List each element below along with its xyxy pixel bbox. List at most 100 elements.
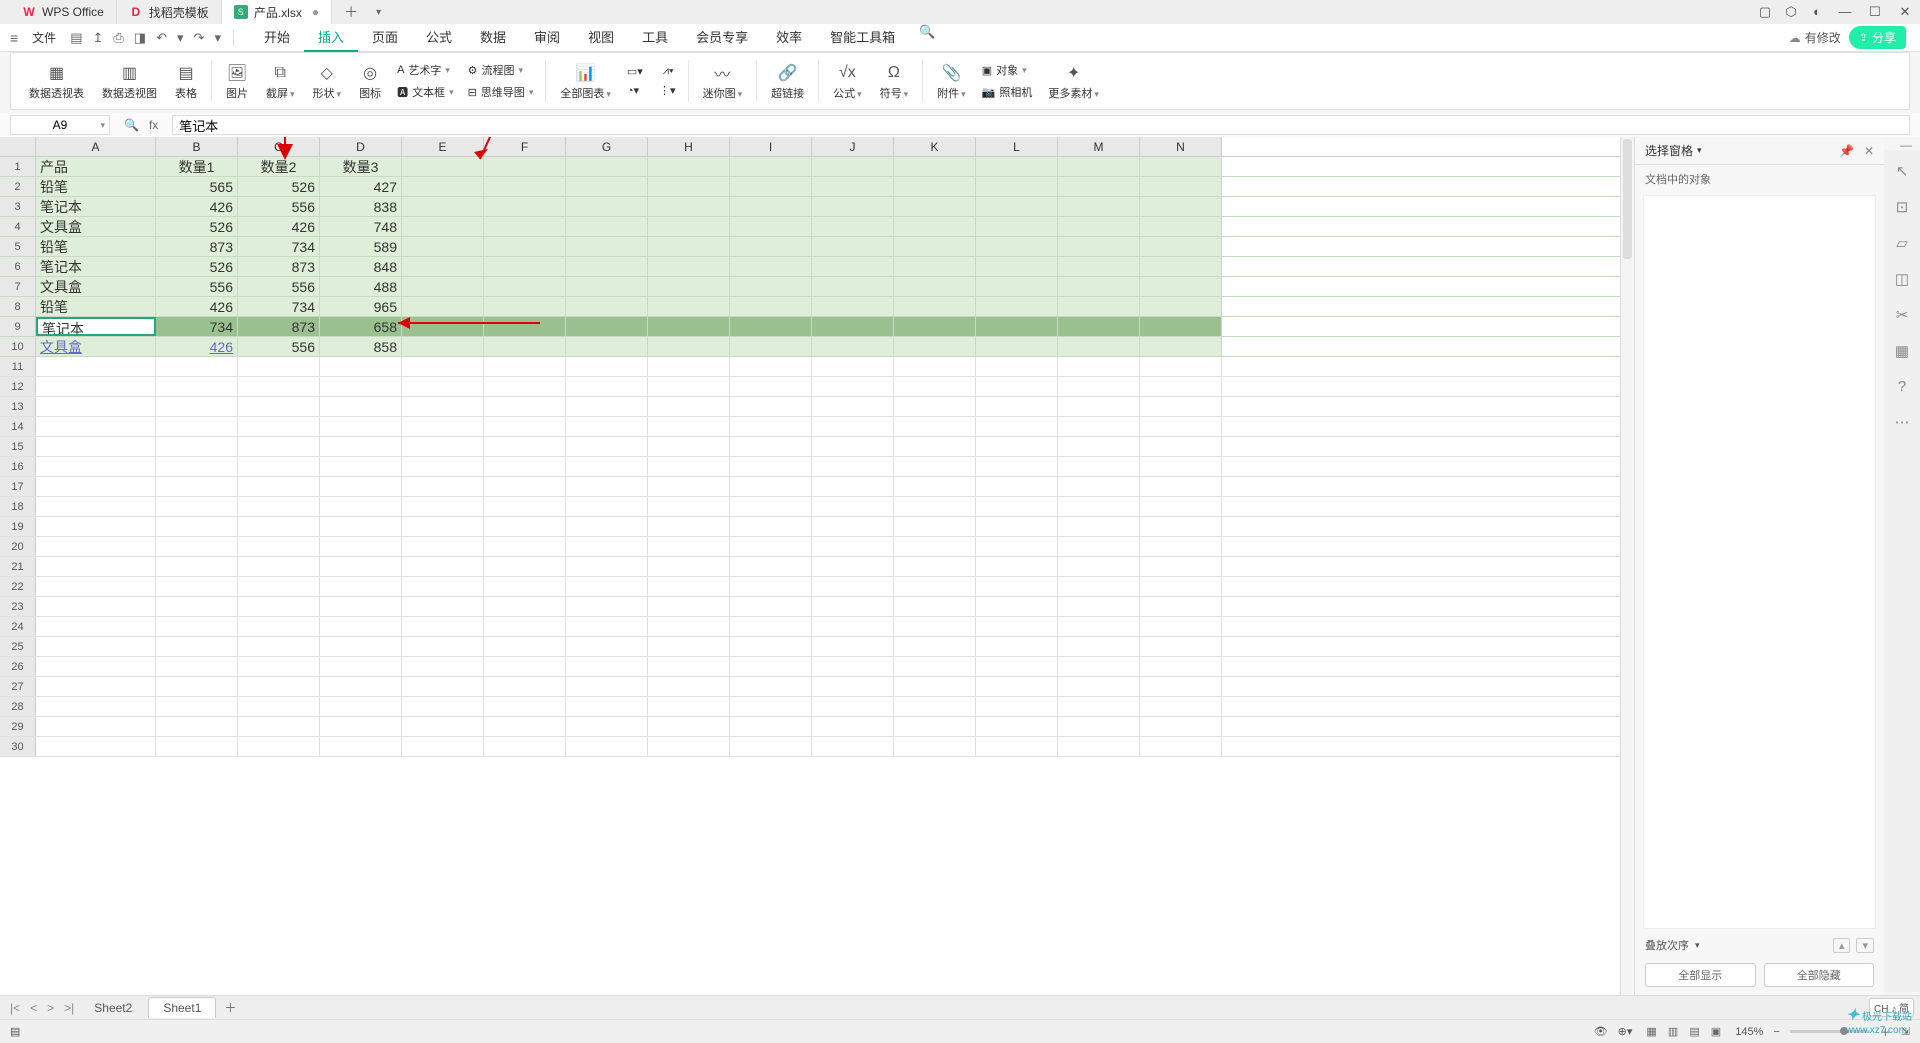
cell[interactable]	[1058, 397, 1140, 416]
col-header[interactable]: H	[648, 137, 730, 156]
cell[interactable]	[648, 277, 730, 296]
layers-icon[interactable]: ▱	[1896, 234, 1908, 252]
app-tab-daoke[interactable]: D 找稻壳模板	[117, 0, 222, 24]
cell[interactable]	[156, 577, 238, 596]
cell[interactable]	[812, 717, 894, 736]
row-header[interactable]: 10	[0, 337, 36, 356]
cell[interactable]	[1058, 197, 1140, 216]
cell[interactable]	[1140, 717, 1222, 736]
cell[interactable]	[976, 357, 1058, 376]
hide-all-button[interactable]: 全部隐藏	[1764, 963, 1875, 987]
cell[interactable]	[238, 617, 320, 636]
cell[interactable]	[402, 297, 484, 316]
cell[interactable]	[238, 557, 320, 576]
cell[interactable]: 文具盒	[36, 277, 156, 296]
cell[interactable]	[320, 737, 402, 756]
search-icon[interactable]: 🔍	[909, 24, 945, 52]
zoom-out-icon[interactable]: −	[1773, 1026, 1779, 1038]
cell[interactable]	[894, 537, 976, 556]
prev-sheet-icon[interactable]: <	[26, 1001, 41, 1015]
cell[interactable]	[730, 477, 812, 496]
cell[interactable]	[320, 477, 402, 496]
cell[interactable]	[238, 697, 320, 716]
cell[interactable]	[402, 437, 484, 456]
cell[interactable]	[36, 577, 156, 596]
cell[interactable]	[648, 617, 730, 636]
cell[interactable]	[484, 317, 566, 336]
cell[interactable]	[648, 597, 730, 616]
cell[interactable]	[648, 657, 730, 676]
row-header[interactable]: 3	[0, 197, 36, 216]
cell[interactable]	[402, 477, 484, 496]
table-button[interactable]: ▤表格	[167, 60, 205, 103]
minimize-button[interactable]: —	[1830, 4, 1860, 20]
tab-smart[interactable]: 智能工具箱	[816, 24, 909, 52]
cell[interactable]	[484, 517, 566, 536]
tab-page[interactable]: 页面	[358, 24, 412, 52]
cell[interactable]	[894, 577, 976, 596]
cell[interactable]	[1058, 377, 1140, 396]
line-chart-button[interactable]: ⩘▾	[657, 63, 680, 80]
cell[interactable]	[402, 237, 484, 256]
sheet-tab[interactable]: Sheet1	[148, 997, 216, 1018]
cell[interactable]	[36, 717, 156, 736]
cell[interactable]	[648, 377, 730, 396]
cell[interactable]: 铅笔	[36, 177, 156, 196]
cell[interactable]: 848	[320, 257, 402, 276]
cell[interactable]	[320, 397, 402, 416]
cell[interactable]	[36, 537, 156, 556]
cell[interactable]	[320, 637, 402, 656]
cell[interactable]	[320, 537, 402, 556]
flowchart-button[interactable]: ⚙流程图▾	[462, 60, 540, 80]
cell[interactable]	[976, 377, 1058, 396]
cell[interactable]	[894, 417, 976, 436]
cell[interactable]: 734	[238, 297, 320, 316]
focus-icon[interactable]: ⊕▾	[1618, 1025, 1633, 1038]
cell[interactable]	[566, 577, 648, 596]
cell[interactable]	[1140, 197, 1222, 216]
help-icon[interactable]: ?	[1898, 378, 1906, 395]
cell[interactable]	[812, 577, 894, 596]
cell[interactable]	[238, 717, 320, 736]
formula-input[interactable]: 笔记本	[172, 115, 1910, 135]
maximize-button[interactable]: ☐	[1860, 4, 1890, 20]
cell[interactable]	[320, 697, 402, 716]
cell[interactable]	[1140, 337, 1222, 356]
cell[interactable]	[320, 377, 402, 396]
col-header[interactable]: C	[238, 137, 320, 156]
cell[interactable]	[484, 237, 566, 256]
next-sheet-icon[interactable]: >	[43, 1001, 58, 1015]
cell[interactable]	[238, 417, 320, 436]
cell[interactable]	[976, 497, 1058, 516]
cell[interactable]	[156, 597, 238, 616]
col-header[interactable]: B	[156, 137, 238, 156]
cell[interactable]	[484, 497, 566, 516]
cell[interactable]	[402, 357, 484, 376]
cell[interactable]	[320, 557, 402, 576]
cell[interactable]	[566, 397, 648, 416]
cell[interactable]	[1140, 517, 1222, 536]
cell[interactable]	[812, 217, 894, 236]
cell[interactable]	[1058, 237, 1140, 256]
cell[interactable]	[156, 657, 238, 676]
row-header[interactable]: 11	[0, 357, 36, 376]
cell[interactable]	[238, 457, 320, 476]
cell[interactable]	[1058, 277, 1140, 296]
cell[interactable]	[730, 197, 812, 216]
cell[interactable]: 笔记本	[36, 257, 156, 276]
cell[interactable]	[976, 517, 1058, 536]
row-header[interactable]: 21	[0, 557, 36, 576]
cell[interactable]	[156, 557, 238, 576]
cell[interactable]	[238, 477, 320, 496]
cell[interactable]: 556	[156, 277, 238, 296]
cell[interactable]	[894, 297, 976, 316]
cell[interactable]: 数量3	[320, 157, 402, 176]
cell[interactable]	[1058, 217, 1140, 236]
cell[interactable]	[36, 517, 156, 536]
textbox-button[interactable]: 🅰文本框▾	[391, 82, 460, 102]
cell[interactable]	[484, 657, 566, 676]
cell[interactable]	[976, 537, 1058, 556]
cell[interactable]	[566, 597, 648, 616]
cell[interactable]	[976, 697, 1058, 716]
cell[interactable]	[894, 637, 976, 656]
